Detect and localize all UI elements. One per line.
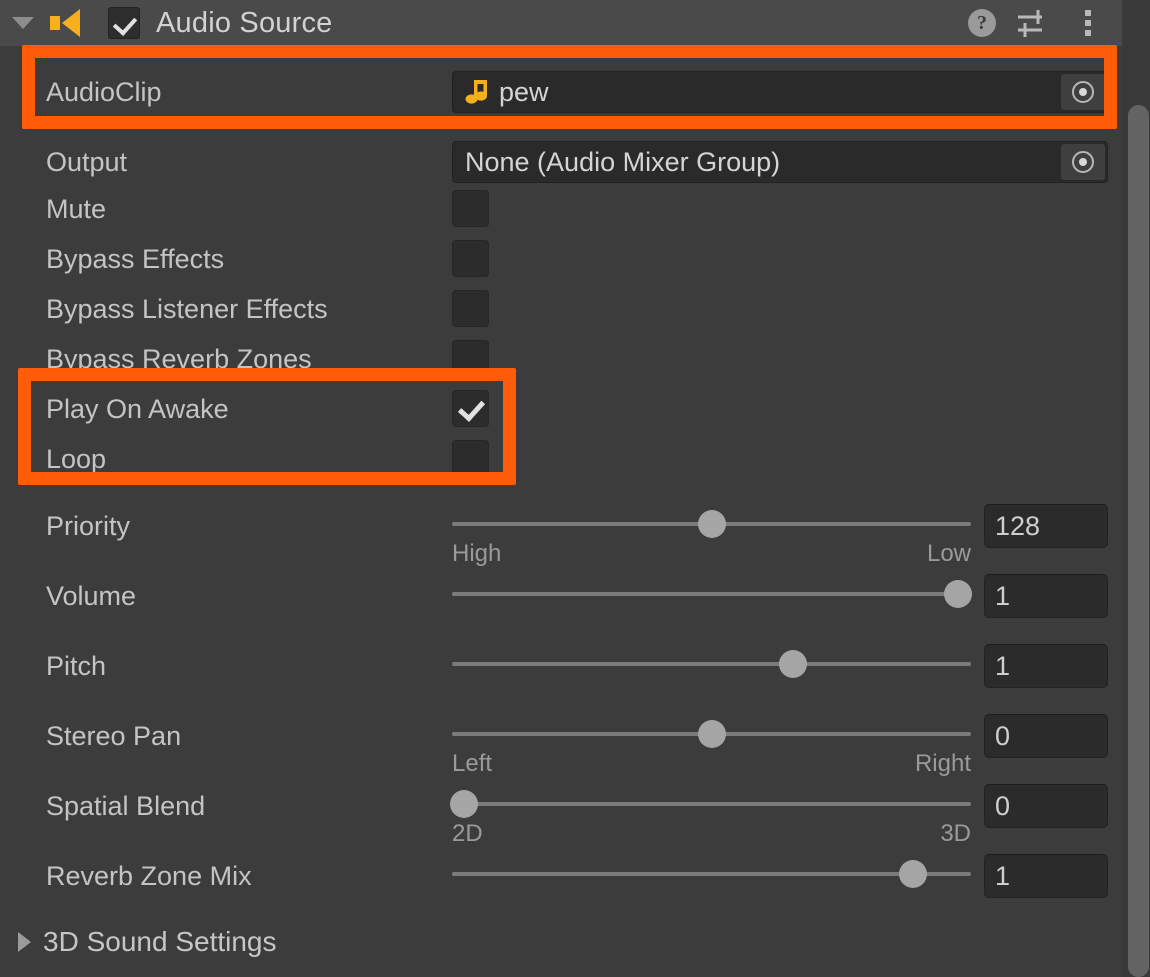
row-volume: Volume 1: [0, 571, 1122, 621]
row-bypass-reverb-zones: Bypass Reverb Zones: [0, 334, 1122, 384]
inspector-body: AudioClip pew Output None (Audio Mixer G…: [0, 46, 1122, 977]
slider-track: [452, 592, 971, 596]
spatial-blend-slider[interactable]: [449, 790, 971, 818]
preset-sliders-icon[interactable]: [1016, 7, 1056, 39]
row-pitch: Pitch 1: [0, 641, 1122, 691]
priority-left-label: High: [452, 540, 502, 567]
priority-slider-endlabels: High Low: [452, 540, 971, 568]
scrollbar-thumb[interactable]: [1128, 105, 1149, 977]
label-pitch: Pitch: [46, 650, 107, 681]
label-spatial-blend: Spatial Blend: [46, 790, 206, 821]
label-play-on-awake: Play On Awake: [46, 393, 229, 424]
bypass-listener-effects-checkbox[interactable]: [452, 290, 489, 327]
row-loop: Loop: [0, 434, 1122, 484]
help-icon[interactable]: ?: [968, 9, 996, 37]
speaker-icon: [50, 9, 80, 37]
label-volume: Volume: [46, 580, 137, 611]
spatial-blend-right-label: 3D: [940, 820, 971, 847]
priority-value-field[interactable]: 128: [984, 504, 1108, 548]
priority-right-label: Low: [926, 540, 971, 567]
label-reverb-zone-mix: Reverb Zone Mix: [46, 860, 252, 891]
chevron-right-icon[interactable]: [18, 932, 31, 952]
row-output: Output None (Audio Mixer Group): [0, 133, 1122, 191]
slider-knob[interactable]: [697, 720, 726, 748]
header-toolbar: ?: [968, 7, 1122, 39]
slider-knob[interactable]: [778, 650, 807, 678]
mute-checkbox[interactable]: [452, 190, 489, 227]
reverb-zone-mix-value-field[interactable]: 1: [984, 854, 1108, 898]
component-enabled-checkbox[interactable]: [108, 7, 140, 39]
object-picker-icon[interactable]: [1061, 74, 1105, 110]
foldout-3d-sound-settings-label: 3D Sound Settings: [43, 926, 277, 957]
unity-inspector-audio-source-panel: Audio Source ? AudioClip pew Output None…: [0, 0, 1150, 977]
kebab-menu-icon[interactable]: [1076, 8, 1100, 38]
audioclip-object-field[interactable]: pew: [452, 71, 1108, 113]
label-bypass-reverb-zones: Bypass Reverb Zones: [46, 343, 312, 374]
slider-track: [452, 802, 971, 806]
label-bypass-listener-effects: Bypass Listener Effects: [46, 293, 328, 324]
volume-slider[interactable]: [452, 580, 973, 608]
label-mute: Mute: [46, 193, 107, 224]
output-object-field[interactable]: None (Audio Mixer Group): [452, 141, 1108, 183]
label-stereo-pan: Stereo Pan: [46, 720, 182, 751]
slider-track: [452, 662, 971, 666]
row-bypass-effects: Bypass Effects: [0, 234, 1122, 284]
bypass-reverb-zones-checkbox[interactable]: [452, 340, 489, 377]
slider-knob[interactable]: [944, 580, 973, 608]
row-mute: Mute: [0, 184, 1122, 234]
bypass-effects-checkbox[interactable]: [452, 240, 489, 277]
slider-knob[interactable]: [898, 860, 927, 888]
spatial-blend-value-field[interactable]: 0: [984, 784, 1108, 828]
stereo-pan-slider-endlabels: Left Right: [452, 750, 971, 778]
foldout-3d-sound-settings[interactable]: 3D Sound Settings: [0, 918, 277, 966]
label-audioclip: AudioClip: [46, 76, 162, 107]
row-audioclip: AudioClip pew: [0, 63, 1122, 121]
row-reverb-zone-mix: Reverb Zone Mix 1: [0, 851, 1122, 901]
label-output: Output: [46, 146, 128, 177]
stereo-pan-right-label: Right: [914, 750, 971, 777]
slider-track: [452, 872, 971, 876]
reverb-zone-mix-slider[interactable]: [452, 860, 971, 888]
chevron-down-icon[interactable]: [12, 17, 34, 29]
audioclip-value: pew: [499, 76, 549, 107]
slider-knob[interactable]: [697, 510, 726, 538]
pitch-slider[interactable]: [452, 650, 971, 678]
slider-knob[interactable]: [449, 790, 478, 818]
label-priority: Priority: [46, 510, 131, 541]
play-on-awake-checkbox[interactable]: [452, 390, 489, 427]
stereo-pan-slider[interactable]: [452, 720, 971, 748]
component-header[interactable]: Audio Source ?: [0, 0, 1122, 46]
priority-slider[interactable]: [452, 510, 971, 538]
stereo-pan-left-label: Left: [452, 750, 493, 777]
pitch-value-field[interactable]: 1: [984, 644, 1108, 688]
row-bypass-listener-effects: Bypass Listener Effects: [0, 284, 1122, 334]
row-play-on-awake: Play On Awake: [0, 384, 1122, 434]
label-bypass-effects: Bypass Effects: [46, 243, 225, 274]
volume-value-field[interactable]: 1: [984, 574, 1108, 618]
vertical-scrollbar[interactable]: [1122, 0, 1150, 977]
page-title: Audio Source: [156, 6, 333, 39]
output-value: None (Audio Mixer Group): [465, 146, 781, 177]
label-loop: Loop: [46, 443, 107, 474]
spatial-blend-slider-endlabels: 2D 3D: [452, 820, 971, 848]
object-picker-icon[interactable]: [1061, 144, 1105, 180]
stereo-pan-value-field[interactable]: 0: [984, 714, 1108, 758]
loop-checkbox[interactable]: [452, 440, 489, 477]
spatial-blend-left-label: 2D: [452, 820, 483, 847]
music-note-icon: [465, 80, 487, 104]
